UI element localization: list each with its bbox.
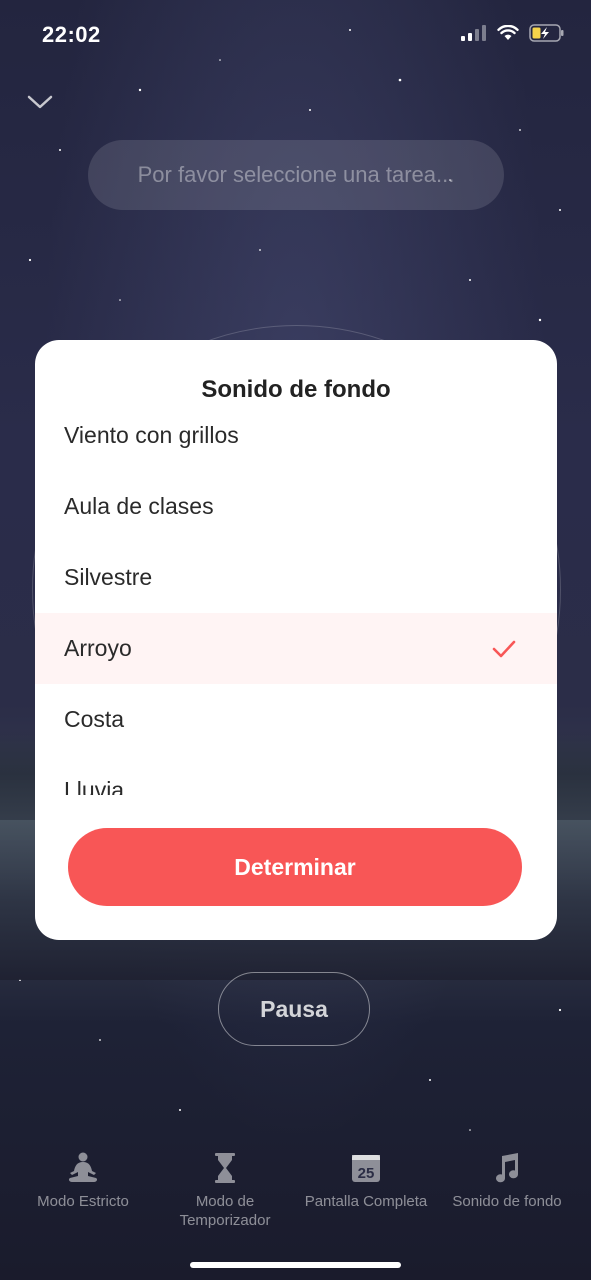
task-selector-placeholder: Por favor seleccione una tarea... [137,162,455,187]
sound-option[interactable]: Lluvia [35,755,557,795]
sound-option[interactable]: Aula de clases [35,471,557,542]
sound-list[interactable]: Viento con grillos Aula de clases Silves… [35,400,557,795]
background-sound-dialog: Sonido de fondo Viento con grillos Aula … [35,340,557,940]
music-note-icon [496,1153,519,1183]
calendar-icon: 25 [352,1155,380,1182]
pause-button[interactable]: Pausa [218,972,370,1046]
status-time: 22:02 [42,22,101,47]
sound-option-label: Viento con grillos [64,422,239,448]
tab-fullscreen-label: Pantalla Completa [304,1193,428,1210]
home-indicator [190,1262,401,1268]
tab-strict-mode-label: Modo Estricto [37,1193,129,1210]
meditation-icon [68,1152,98,1182]
tab-timer-mode[interactable]: Modo de Temporizador [150,1150,300,1230]
sound-option[interactable]: Silvestre [35,542,557,613]
wifi-icon [497,25,519,40]
sound-option-label: Aula de clases [64,493,214,519]
sound-option[interactable]: Viento con grillos [35,400,557,471]
chevron-down-icon[interactable] [24,88,56,116]
sound-option-label: Lluvia [64,777,125,795]
cellular-signal-icon [461,25,486,41]
status-bar: 22:02 [0,0,591,72]
tab-background-sound-label: Sonido de fondo [452,1193,562,1210]
tab-fullscreen[interactable]: 25 Pantalla Completa [291,1150,441,1211]
hourglass-icon [215,1153,235,1183]
battery-charging-icon [529,24,564,42]
bottom-toolbar: Modo Estricto Modo de Temporizador 25 Pa… [0,1150,591,1240]
status-icons [461,24,565,42]
sound-option-label: Silvestre [64,564,153,590]
sound-option[interactable]: Costa [35,684,557,755]
sound-option-label: Costa [64,706,125,732]
checkmark-icon [492,640,516,657]
tab-background-sound[interactable]: Sonido de fondo [432,1150,582,1211]
task-selector[interactable]: Por favor seleccione una tarea... [88,140,504,210]
sound-option-label: Arroyo [64,635,132,661]
tab-timer-mode-label: Modo de Temporizador [179,1193,271,1229]
sound-option-selected[interactable]: Arroyo [35,613,557,684]
tab-strict-mode[interactable]: Modo Estricto [8,1150,158,1211]
calendar-icon-number: 25 [358,1165,375,1182]
determine-button[interactable]: Determinar [68,828,522,906]
